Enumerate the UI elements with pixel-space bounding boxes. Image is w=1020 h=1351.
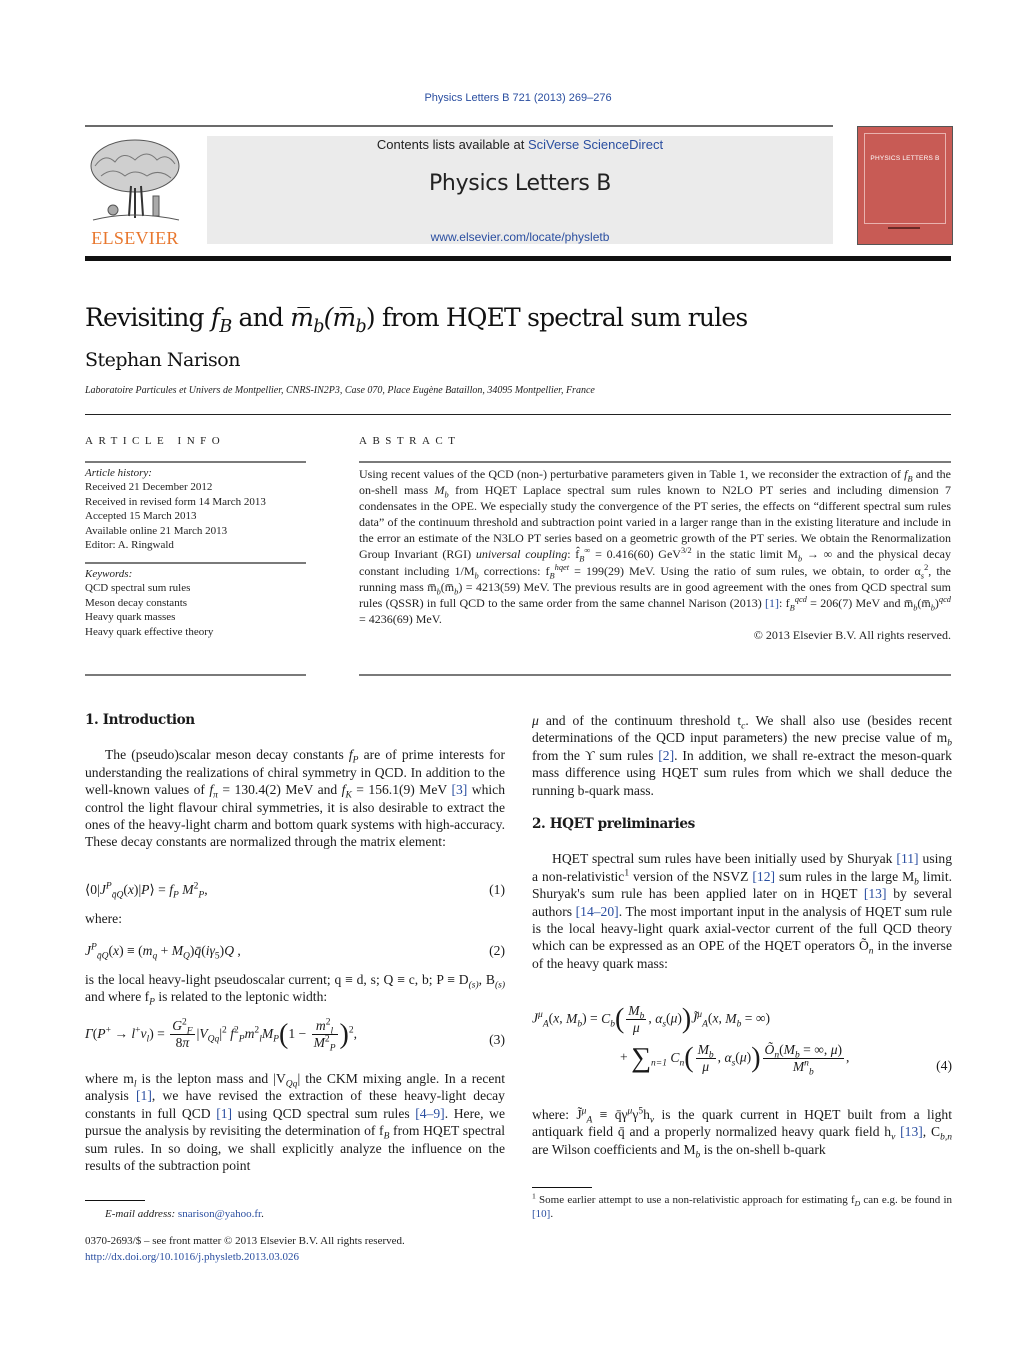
email-footnote: E-mail address: snarison@yahoo.fr. (105, 1208, 264, 1220)
equation-body: ⟨0|JPq̄Q(x)|P⟩ = fP M2P, (85, 881, 208, 901)
ref-link[interactable]: [4–9] (415, 1106, 444, 1121)
cover-title: PHYSICS LETTERS B (870, 155, 940, 162)
ref-link[interactable]: [13] (864, 886, 887, 901)
article-history: Article history: Received 21 December 20… (85, 466, 306, 552)
intro-paragraph: where ml is the lepton mass and |VQq| th… (85, 1071, 506, 1174)
where-label: where: (85, 911, 122, 926)
doi-link[interactable]: http://dx.doi.org/10.1016/j.physletb.201… (85, 1249, 405, 1265)
title-math-m: m̅ (290, 303, 314, 332)
abstract-copyright: © 2013 Elsevier B.V. All rights reserved… (753, 627, 951, 642)
intro-paragraph: is the local heavy-light pseudoscalar cu… (85, 972, 505, 1009)
keyword-item: Heavy quark masses (85, 611, 176, 624)
keywords: Keywords: QCD spectral sum rules Meson d… (85, 567, 306, 639)
right-column-text: μ and of the continuum threshold tc. We … (532, 712, 952, 972)
affiliation-rule (85, 414, 951, 415)
equation-number: (4) (936, 1058, 952, 1073)
keyword-item: Meson decay constants (85, 596, 188, 609)
journal-title: Physics Letters B (428, 171, 612, 196)
equation-body: JPq̄Q(x) ≡ (mq + MQ)q̄(iγ5)Q , (85, 942, 241, 962)
keywords-label: Keywords: (85, 568, 133, 580)
equation-number: (1) (489, 882, 505, 897)
front-matter: 0370-2693/$ – see front matter © 2013 El… (85, 1233, 405, 1265)
ref-link[interactable]: [3] (451, 782, 467, 797)
journal-banner: Contents lists available at SciVerse Sci… (207, 136, 833, 244)
sciencedirect-link[interactable]: SciVerse ScienceDirect (528, 137, 663, 152)
equation-2: JPq̄Q(x) ≡ (mq + MQ)q̄(iγ5)Q , (2) (85, 942, 505, 962)
footnote-1: 1 Some earlier attempt to use a non-rela… (532, 1191, 952, 1220)
ref-link[interactable]: [1] (216, 1106, 232, 1121)
elsevier-logo[interactable]: ELSEVIER (85, 136, 185, 248)
equation-1: ⟨0|JPq̄Q(x)|P⟩ = fP M2P, (1) (85, 881, 505, 901)
journal-cover-image[interactable]: PHYSICS LETTERS B (857, 126, 953, 245)
history-item: Received 21 December 2012 (85, 481, 213, 494)
ref-link[interactable]: [10] (532, 1208, 550, 1220)
equation-4: JμA(x, Mb) = Cb(Mb μ, αs(μ))J̃μA(x, Mb = … (532, 1003, 952, 1078)
equation-body: Γ(P+ → l+νl) = G2F 8π |VQq|2 f2Pm2lMP(1 − … (85, 1017, 358, 1054)
email-link[interactable]: snarison@yahoo.fr (178, 1208, 261, 1220)
contents-prefix: Contents lists available at (376, 137, 528, 152)
ref-link[interactable]: [2] (658, 748, 674, 763)
abstract-paragraph: Using recent values of the QCD (non-) pe… (359, 467, 952, 626)
abstract-rule (359, 674, 951, 676)
title-text: ) (365, 303, 376, 332)
ref-link[interactable]: [1] (136, 1088, 152, 1103)
section-heading: 1. Introduction (85, 712, 195, 728)
title-math-sub: b (355, 317, 366, 337)
history-label: Article history: (85, 467, 152, 479)
article-title: Revisiting fB and m̅b(m̅b) from HQET spe… (85, 303, 748, 336)
header-thick-rule (85, 256, 951, 261)
journal-citation[interactable]: Physics Letters B 721 (2013) 269–276 (0, 92, 1020, 104)
hqet-paragraph: where: J̃μA ≡ q̄γμγ5hv is the quark curr… (532, 1106, 952, 1161)
abstract-heading: ABSTRACT (359, 435, 461, 447)
author-name: Stephan Narison (85, 349, 240, 371)
history-item: Editor: A. Ringwald (85, 539, 174, 552)
title-math-sub: b (313, 317, 324, 337)
equation-body: + ∑n=1 Cn(Mb μ, αs(μ)) Õn(Mb = ∞, μ) Mnb, (620, 1042, 850, 1078)
history-item: Available online 21 March 2013 (85, 524, 228, 537)
title-text: Revisiting (85, 303, 211, 332)
title-math-sub: B (219, 317, 232, 337)
contents-line: Contents lists available at SciVerse Sci… (207, 137, 833, 152)
info-rule (85, 461, 306, 463)
header-rule (85, 125, 833, 127)
equation-number: (2) (489, 943, 505, 958)
intro-paragraph-cont: μ and of the continuum threshold tc. We … (532, 713, 952, 798)
cover-bar (888, 227, 920, 229)
equation-body: JμA(x, Mb) = Cb(Mb μ, αs(μ))J̃μA(x, Mb = … (532, 1003, 771, 1035)
title-text: and (231, 303, 291, 332)
keyword-item: Heavy quark effective theory (85, 625, 214, 638)
cover-frame (864, 133, 946, 224)
section-heading: 2. HQET preliminaries (532, 816, 695, 833)
intro-section: 1. Introduction The (pseudo)scalar meson… (85, 712, 505, 851)
equation-number: (3) (489, 1032, 505, 1047)
elsevier-wordmark: ELSEVIER (91, 228, 179, 248)
footnote-rule (532, 1187, 592, 1188)
ref-link[interactable]: [1] (765, 596, 779, 610)
history-item: Accepted 15 March 2013 (85, 510, 197, 523)
ref-link[interactable]: [11] (896, 851, 918, 866)
journal-url-link[interactable]: www.elsevier.com/locate/physletb (207, 230, 833, 244)
abstract-body: Using recent values of the QCD (non-) pe… (359, 466, 951, 643)
abstract-rule (359, 461, 951, 463)
intro-paragraph: The (pseudo)scalar meson decay constants… (85, 747, 505, 850)
ref-link[interactable]: [12] (752, 869, 775, 884)
title-text: from HQET spectral sum rules (374, 303, 748, 332)
tree-icon (90, 139, 180, 221)
affiliation: Laboratoire Particules et Univers de Mon… (85, 385, 595, 396)
history-item: Received in revised form 14 March 2013 (85, 495, 266, 508)
issn-line: 0370-2693/$ – see front matter © 2013 El… (85, 1235, 405, 1247)
equation-3: Γ(P+ → l+νl) = G2F 8π |VQq|2 f2Pm2lMP(1 − … (85, 1017, 505, 1054)
title-math-m: (m̅ (323, 303, 357, 332)
article-info-heading: ARTICLE INFO (85, 435, 226, 447)
info-rule (85, 562, 306, 564)
keyword-item: QCD spectral sum rules (85, 582, 191, 595)
ref-link[interactable]: [14–20] (576, 904, 619, 919)
hqet-paragraph: HQET spectral sum rules have been initia… (532, 851, 953, 971)
ref-link[interactable]: [13] (900, 1124, 923, 1139)
footnote-rule (85, 1200, 145, 1201)
info-rule (85, 674, 306, 676)
